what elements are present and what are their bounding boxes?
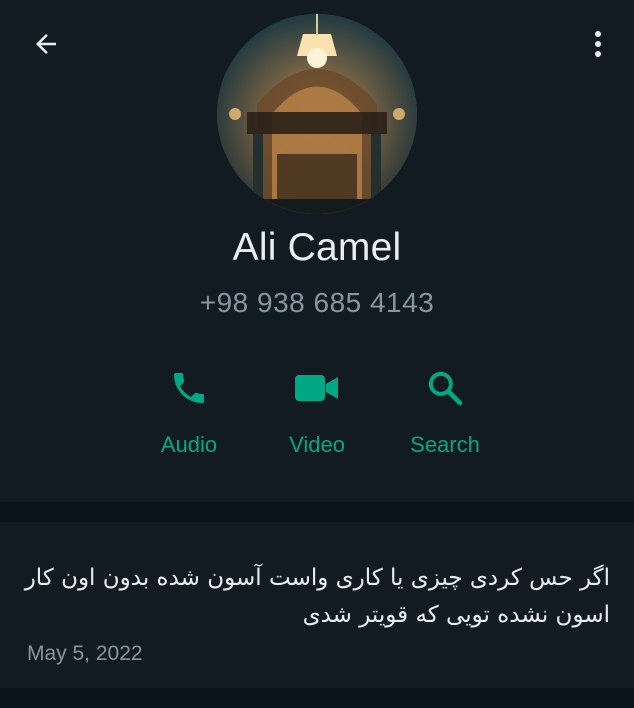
audio-call-button[interactable]: Audio [134, 360, 244, 472]
more-vertical-icon [595, 31, 601, 57]
more-options-button[interactable] [578, 24, 618, 64]
about-status-text: اگر حس کردی چیزی یا کاری واست آسون شده ب… [24, 565, 610, 628]
about-section[interactable]: اگر حس کردی چیزی یا کاری واست آسون شده ب… [0, 522, 634, 688]
search-icon [428, 371, 463, 406]
phone-icon [174, 373, 204, 403]
contact-header-panel: Ali Camel +98 938 685 4143 Audio Video S… [0, 0, 634, 502]
contact-name: Ali Camel [232, 226, 402, 269]
search-button[interactable]: Search [390, 360, 500, 472]
contact-phone-number: +98 938 685 4143 [199, 287, 435, 318]
back-button[interactable] [26, 24, 66, 64]
video-call-button[interactable]: Video [262, 360, 372, 472]
contact-avatar[interactable] [217, 14, 417, 214]
avatar-photo [217, 14, 417, 214]
search-label: Search [410, 432, 480, 457]
arrow-left-icon [36, 34, 56, 54]
video-camera-icon [295, 375, 338, 401]
video-label: Video [289, 432, 345, 457]
about-date: May 5, 2022 [27, 642, 143, 665]
audio-label: Audio [160, 432, 218, 457]
